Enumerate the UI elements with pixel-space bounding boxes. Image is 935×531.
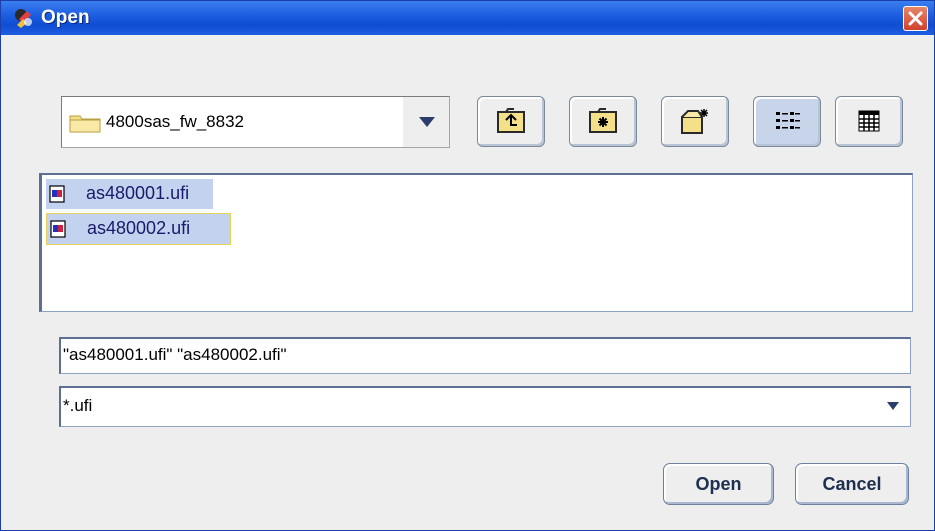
file-list[interactable]: as480001.ufi as480002.ufi <box>39 173 913 312</box>
list-item[interactable]: as480001.ufi <box>46 179 213 209</box>
open-dialog: Open 4800sas_fw_8832 as480001.ufi as4800… <box>0 0 935 531</box>
file-icon <box>49 185 65 208</box>
up-one-level-button[interactable] <box>477 96 545 147</box>
file-type-value: *.ufi <box>63 396 93 415</box>
chevron-down-icon <box>419 117 435 127</box>
list-item[interactable]: as480002.ufi <box>46 213 231 245</box>
cancel-button[interactable]: Cancel <box>795 463 909 505</box>
create-new-folder-button[interactable] <box>661 96 729 147</box>
home-button[interactable] <box>569 96 637 147</box>
home-folder-icon <box>589 108 617 133</box>
new-folder-icon <box>681 109 708 134</box>
file-icon <box>50 220 66 243</box>
details-view-icon <box>858 110 880 132</box>
folder-up-icon <box>497 108 525 133</box>
look-in-combo[interactable]: 4800sas_fw_8832 <box>61 96 450 148</box>
folder-icon <box>69 113 101 138</box>
java-app-icon <box>13 7 35 29</box>
list-view-button[interactable] <box>753 96 821 147</box>
close-button[interactable] <box>903 6 928 31</box>
file-type-dropdown-button[interactable] <box>876 388 910 426</box>
file-name: as480002.ufi <box>87 218 191 238</box>
look-in-dropdown-button[interactable] <box>403 97 449 147</box>
file-name: as480001.ufi <box>86 183 190 203</box>
file-name-value: "as480001.ufi" "as480002.ufi" <box>63 345 287 364</box>
title-bar[interactable]: Open <box>1 1 934 35</box>
list-view-icon <box>776 112 800 129</box>
current-folder-label: 4800sas_fw_8832 <box>106 112 245 131</box>
window-title: Open <box>41 7 90 28</box>
file-name-field[interactable]: "as480001.ufi" "as480002.ufi" <box>59 337 911 374</box>
chevron-down-icon <box>887 402 899 410</box>
details-view-button[interactable] <box>835 96 903 147</box>
file-type-combo[interactable]: *.ufi <box>59 386 911 427</box>
close-icon <box>908 11 923 26</box>
open-button[interactable]: Open <box>663 463 774 505</box>
